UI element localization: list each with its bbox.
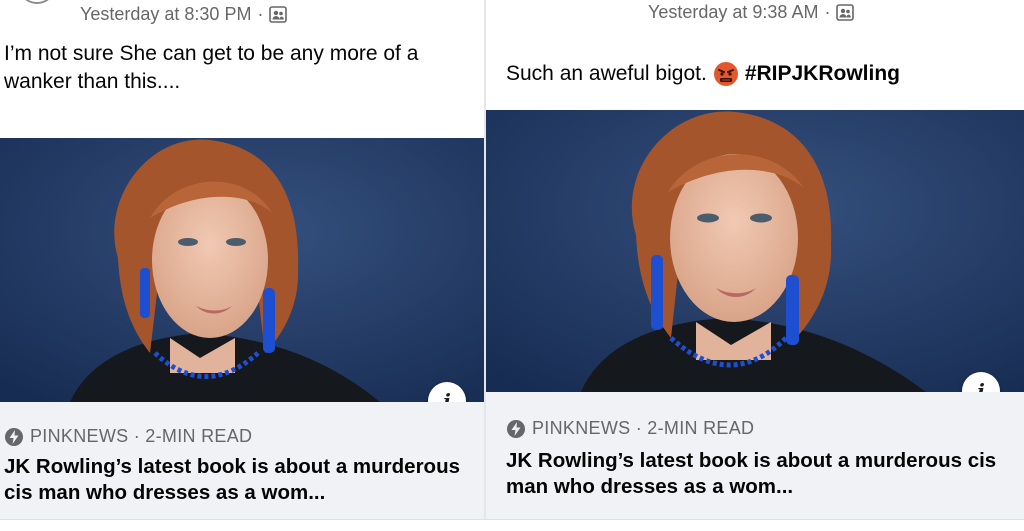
instant-article-bolt-icon bbox=[5, 427, 23, 446]
link-preview[interactable]: PINKNEWS · 2-MIN READ JK Rowling’s lates… bbox=[486, 392, 1024, 520]
instant-article-bolt-icon bbox=[507, 419, 525, 438]
friends-icon[interactable] bbox=[269, 6, 288, 23]
friends-icon[interactable] bbox=[836, 4, 855, 21]
angry-face-icon bbox=[713, 62, 738, 86]
post-caption: Such an aweful bigot. #RIPJKRowling bbox=[506, 60, 1006, 88]
post-meta: Yesterday at 9:38 AM · bbox=[648, 2, 855, 23]
link-source-text: PINKNEWS · 2-MIN READ bbox=[532, 418, 755, 438]
post-left: Yesterday at 8:30 PM · I’m not sure She … bbox=[0, 0, 484, 531]
post-right: Yesterday at 9:38 AM · Such an aweful bi… bbox=[486, 0, 1024, 531]
post-caption: I’m not sure She can get to be any more … bbox=[4, 42, 419, 93]
hashtag-link[interactable]: #RIPJKRowling bbox=[745, 60, 900, 88]
portrait-photo bbox=[486, 110, 1024, 392]
portrait-photo bbox=[0, 138, 484, 402]
avatar[interactable] bbox=[22, 0, 52, 4]
meta-separator: · bbox=[257, 4, 264, 24]
link-preview-image[interactable] bbox=[486, 110, 1024, 392]
link-source: PINKNEWS · 2-MIN READ bbox=[4, 426, 252, 447]
post-timestamp[interactable]: Yesterday at 8:30 PM bbox=[80, 4, 251, 25]
link-source-text: PINKNEWS · 2-MIN READ bbox=[30, 426, 253, 446]
post-meta: Yesterday at 8:30 PM · bbox=[80, 4, 288, 25]
post-timestamp[interactable]: Yesterday at 9:38 AM bbox=[648, 2, 818, 23]
link-headline[interactable]: JK Rowling’s latest book is about a murd… bbox=[506, 448, 1016, 500]
link-source: PINKNEWS · 2-MIN READ bbox=[506, 418, 754, 439]
bottom-border bbox=[0, 519, 1024, 531]
link-headline[interactable]: JK Rowling’s latest book is about a murd… bbox=[4, 454, 482, 506]
caption-text: Such an aweful bigot. bbox=[506, 62, 707, 85]
link-preview[interactable]: PINKNEWS · 2-MIN READ JK Rowling’s lates… bbox=[0, 402, 484, 520]
link-preview-image[interactable] bbox=[0, 138, 484, 402]
meta-separator: · bbox=[824, 2, 831, 22]
